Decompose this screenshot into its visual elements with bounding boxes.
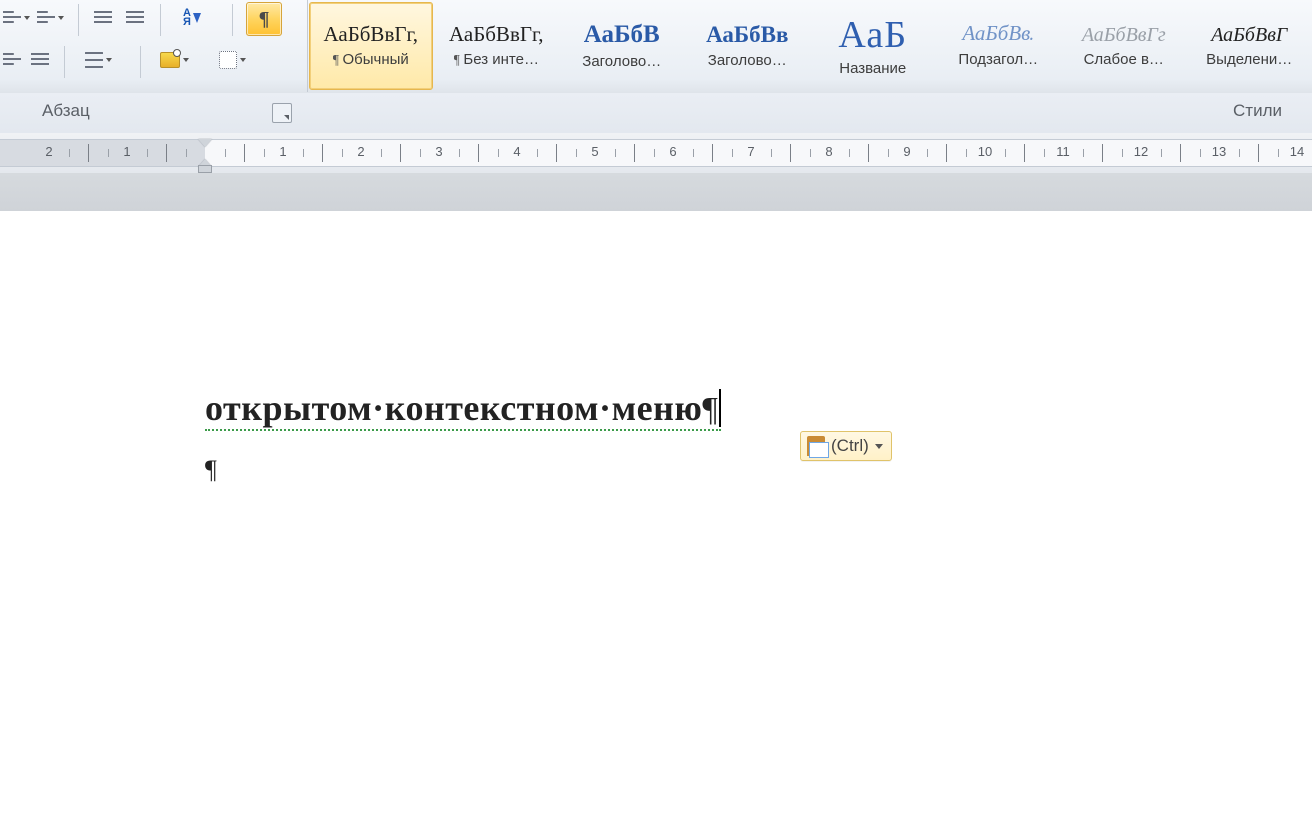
indent-top-marker[interactable] bbox=[198, 139, 212, 147]
text-cursor bbox=[719, 389, 721, 427]
ribbon: АЯ ¶ АаБбВвГг,ОбычныйАаБбВвГг,Без инте…А… bbox=[0, 0, 1312, 94]
separator bbox=[64, 46, 65, 78]
sort-button[interactable]: АЯ bbox=[170, 4, 214, 32]
style-tile-3[interactable]: АаБбВв Заголово… bbox=[686, 2, 810, 90]
group-styles: АаБбВвГг, Обычный АаБбВвГг, Без инте… АаБбВ З… bbox=[308, 0, 1312, 92]
style-label: Слабое в… bbox=[1084, 51, 1164, 68]
ruler-label: 9 bbox=[903, 144, 910, 159]
style-sample: АаБбВ bbox=[584, 22, 660, 47]
style-label: Название bbox=[839, 60, 906, 77]
ruler-label: 1 bbox=[123, 144, 130, 159]
ruler-label: 10 bbox=[978, 144, 992, 159]
style-tile-6[interactable]: АаБбВвГг Слабое в… bbox=[1062, 2, 1186, 90]
space-dot bbox=[599, 390, 612, 426]
paragraph-dialog-launcher[interactable] bbox=[272, 103, 292, 123]
document-heading[interactable]: открытом контекстном меню¶ bbox=[205, 389, 721, 431]
pilcrow-mark: ¶ bbox=[702, 391, 718, 428]
style-tile-7[interactable]: АаБбВвГ Выделени… bbox=[1188, 2, 1312, 90]
shading-button[interactable] bbox=[150, 46, 198, 74]
style-label: Обычный bbox=[333, 51, 409, 69]
style-sample: АаБбВвГг, bbox=[449, 24, 544, 45]
style-tile-4[interactable]: АаБ Название bbox=[811, 2, 935, 90]
style-tile-0[interactable]: АаБбВвГг, Обычный bbox=[309, 2, 433, 90]
align-justify-icon bbox=[31, 51, 49, 69]
group-paragraph: АЯ ¶ bbox=[0, 0, 308, 92]
borders-icon bbox=[219, 51, 237, 69]
style-sample: АаБбВв bbox=[706, 23, 788, 46]
style-sample: АаБбВвГг, bbox=[323, 24, 418, 45]
clipboard-icon bbox=[807, 436, 825, 456]
paste-options-label: (Ctrl) bbox=[831, 436, 869, 456]
ruler-label: 2 bbox=[45, 144, 52, 159]
indent-box-marker[interactable] bbox=[198, 165, 212, 173]
increase-indent-icon bbox=[126, 9, 144, 27]
decrease-indent-icon bbox=[94, 9, 112, 27]
align-justify-button[interactable] bbox=[28, 46, 52, 74]
style-sample: АаБ bbox=[838, 16, 907, 54]
ruler-label: 13 bbox=[1212, 144, 1226, 159]
style-label: Выделени… bbox=[1206, 51, 1292, 68]
heading-word: меню bbox=[612, 388, 703, 428]
separator bbox=[232, 4, 233, 36]
chevron-down-icon bbox=[875, 444, 883, 449]
group-caption-styles: Стили bbox=[1233, 101, 1282, 121]
ruler-label: 12 bbox=[1134, 144, 1148, 159]
increase-indent-button[interactable] bbox=[120, 4, 150, 32]
group-caption-paragraph: Абзац bbox=[42, 101, 90, 121]
style-sample: АаБбВв. bbox=[962, 24, 1034, 45]
separator bbox=[140, 46, 141, 78]
align-left-button[interactable] bbox=[0, 46, 24, 74]
page-gap bbox=[0, 173, 1312, 212]
document-page[interactable]: открытомконтекстномменю¶ ¶ (Ctrl) bbox=[0, 211, 1312, 836]
ruler-label: 5 bbox=[591, 144, 598, 159]
bullets-icon bbox=[3, 9, 21, 27]
ruler-label: 6 bbox=[669, 144, 676, 159]
style-tile-5[interactable]: АаБбВв. Подзагол… bbox=[937, 2, 1061, 90]
ruler-area: 211234567891011121314 bbox=[0, 133, 1312, 174]
style-tile-1[interactable]: АаБбВвГг, Без инте… bbox=[435, 2, 559, 90]
ruler-label: 4 bbox=[513, 144, 520, 159]
style-label: Без инте… bbox=[454, 51, 539, 69]
style-label: Подзагол… bbox=[958, 51, 1038, 68]
horizontal-ruler[interactable]: 211234567891011121314 bbox=[0, 139, 1312, 167]
line-spacing-button[interactable] bbox=[74, 46, 122, 74]
ribbon-caption-row: Абзац Стили bbox=[0, 93, 1312, 134]
numbering-button[interactable] bbox=[34, 4, 66, 32]
ruler-label: 14 bbox=[1290, 144, 1304, 159]
show-formatting-toggle[interactable]: ¶ bbox=[246, 2, 282, 36]
space-dot bbox=[372, 390, 385, 426]
ruler-label: 1 bbox=[279, 144, 286, 159]
borders-button[interactable] bbox=[208, 46, 256, 74]
styles-gallery[interactable]: АаБбВвГг, Обычный АаБбВвГг, Без инте… АаБбВ З… bbox=[308, 0, 1312, 92]
heading-word: контекстном bbox=[385, 388, 599, 428]
paste-options-button[interactable]: (Ctrl) bbox=[800, 431, 892, 461]
style-label: Заголово… bbox=[582, 53, 661, 70]
ruler-label: 2 bbox=[357, 144, 364, 159]
line-spacing-icon bbox=[85, 51, 103, 69]
heading-word: открытом bbox=[205, 388, 372, 428]
empty-paragraph-mark: ¶ bbox=[205, 455, 217, 485]
style-sample: АаБбВвГг bbox=[1082, 25, 1166, 45]
style-sample: АаБбВвГ bbox=[1211, 25, 1287, 45]
ruler-label: 8 bbox=[825, 144, 832, 159]
numbering-icon bbox=[37, 9, 55, 27]
shading-icon bbox=[160, 52, 180, 68]
align-left-icon bbox=[3, 51, 21, 69]
style-label: Заголово… bbox=[708, 52, 787, 69]
separator bbox=[160, 4, 161, 36]
bullets-button[interactable] bbox=[0, 4, 32, 32]
decrease-indent-button[interactable] bbox=[88, 4, 118, 32]
style-tile-2[interactable]: АаБбВ Заголово… bbox=[560, 2, 684, 90]
separator bbox=[78, 4, 79, 36]
ruler-label: 3 bbox=[435, 144, 442, 159]
ruler-label: 7 bbox=[747, 144, 754, 159]
sort-icon: АЯ bbox=[183, 9, 201, 27]
ruler-label: 11 bbox=[1056, 144, 1070, 159]
